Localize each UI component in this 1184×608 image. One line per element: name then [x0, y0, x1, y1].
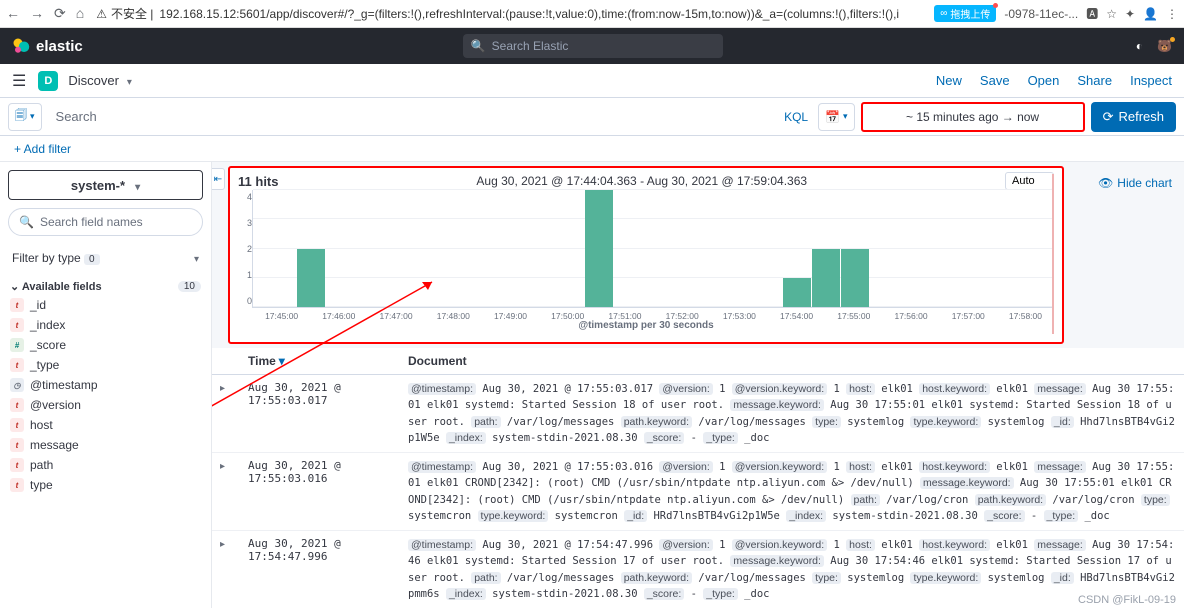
newsfeed-icon[interactable]: 🐻 [1157, 39, 1172, 53]
table-row: ▸Aug 30, 2021 @ 17:55:03.017@timestamp: … [212, 375, 1184, 453]
chart-x-label: @timestamp per 30 seconds [238, 320, 1054, 331]
field-item[interactable]: ttype [8, 475, 203, 495]
discover-content: ⇤ 11 hits Aug 30, 2021 @ 17:44:04.363 - … [212, 162, 1184, 608]
home-icon[interactable]: ⌂ [76, 5, 84, 22]
field-token-icon: t [10, 298, 24, 312]
field-token-icon: ◷ [10, 378, 24, 392]
space-badge[interactable]: D [38, 71, 58, 91]
global-search[interactable]: 🔍 Search Elastic [463, 34, 723, 58]
browser-chrome: ← → ⟳ ⌂ ⚠ 不安全 | 192.168.15.12:5601/app/d… [0, 0, 1184, 28]
row-time: Aug 30, 2021 @ 17:55:03.016 [248, 459, 408, 485]
row-document: @timestamp: Aug 30, 2021 @ 17:55:03.017 … [408, 381, 1176, 446]
add-filter-button[interactable]: + Add filter [14, 142, 71, 156]
field-token-icon: t [10, 478, 24, 492]
refresh-icon: ⟳ [1103, 109, 1114, 125]
table-row: ▸Aug 30, 2021 @ 17:54:47.996@timestamp: … [212, 531, 1184, 608]
field-item[interactable]: t@version [8, 395, 203, 415]
hide-chart-button[interactable]: 👁Hide chart [1098, 176, 1172, 190]
eye-icon: 👁 [1098, 176, 1113, 190]
upload-extension[interactable]: ∞ 拖拽上传 [934, 5, 996, 22]
elastic-logo[interactable]: elastic [12, 37, 83, 55]
url-text[interactable]: 192.168.15.12:5601/app/discover#/?_g=(fi… [159, 7, 899, 21]
field-token-icon: t [10, 358, 24, 372]
watermark: CSDN @FikL-09-19 [1078, 594, 1176, 606]
field-item[interactable]: #_score [8, 335, 203, 355]
chart-time-range: Aug 30, 2021 @ 17:44:04.363 - Aug 30, 20… [279, 174, 1006, 188]
row-document: @timestamp: Aug 30, 2021 @ 17:55:03.016 … [408, 459, 1176, 524]
nav-link-open[interactable]: Open [1028, 73, 1060, 88]
histogram-bar[interactable] [841, 249, 869, 308]
row-time: Aug 30, 2021 @ 17:55:03.017 [248, 381, 408, 407]
field-token-icon: t [10, 318, 24, 332]
expand-row-button[interactable]: ▸ [220, 381, 248, 394]
back-icon[interactable]: ← [6, 5, 20, 22]
field-token-icon: t [10, 438, 24, 452]
available-fields-header[interactable]: ⌄ Available fields 10 [8, 278, 203, 295]
expand-row-button[interactable]: ▸ [220, 537, 248, 550]
nav-link-new[interactable]: New [936, 73, 962, 88]
nav-link-inspect[interactable]: Inspect [1130, 73, 1172, 88]
histogram-bar[interactable] [812, 249, 840, 308]
refresh-button[interactable]: ⟳Refresh [1091, 102, 1176, 132]
breadcrumb[interactable]: Discover [68, 73, 132, 88]
search-icon: 🔍 [471, 39, 486, 53]
extension-icon[interactable]: ✦ [1125, 7, 1135, 21]
insecure-icon: ⚠ 不安全 | [96, 5, 153, 22]
profile-icon[interactable]: 👤 [1143, 7, 1158, 21]
search-icon: 🔍 [19, 215, 34, 229]
field-item[interactable]: tpath [8, 455, 203, 475]
date-range-display[interactable]: ~ 15 minutes ago → now [861, 102, 1085, 132]
nav-link-share[interactable]: Share [1077, 73, 1112, 88]
field-search-input[interactable]: 🔍Search field names [8, 208, 203, 236]
field-item[interactable]: ◷@timestamp [8, 375, 203, 395]
expand-row-button[interactable]: ▸ [220, 459, 248, 472]
field-token-icon: t [10, 418, 24, 432]
menu-icon[interactable]: ⋮ [1166, 7, 1178, 21]
forward-icon[interactable]: → [30, 5, 44, 22]
field-token-icon: t [10, 458, 24, 472]
star-icon[interactable]: ☆ [1106, 7, 1117, 21]
histogram-bar[interactable] [297, 249, 325, 308]
field-item[interactable]: t_index [8, 315, 203, 335]
field-token-icon: # [10, 338, 24, 352]
column-document[interactable]: Document [408, 354, 1176, 368]
field-item[interactable]: t_type [8, 355, 203, 375]
row-document: @timestamp: Aug 30, 2021 @ 17:54:47.996 … [408, 537, 1176, 602]
brush-cursor [1052, 174, 1054, 334]
nav-link-save[interactable]: Save [980, 73, 1010, 88]
histogram-bar[interactable] [783, 278, 811, 307]
help-icon[interactable]: ◐ [1136, 39, 1143, 53]
row-time: Aug 30, 2021 @ 17:54:47.996 [248, 537, 408, 563]
filter-by-type[interactable]: Filter by type 0 [8, 244, 203, 272]
document-table: Time ▾ Document ▸Aug 30, 2021 @ 17:55:03… [212, 348, 1184, 608]
reload-icon[interactable]: ⟳ [54, 5, 66, 22]
nav-toggle-icon[interactable]: ☰ [12, 71, 26, 91]
tab-tail: -0978-11ec-... [1004, 7, 1078, 21]
index-pattern-select[interactable]: system-* [8, 170, 203, 200]
histogram-panel: 11 hits Aug 30, 2021 @ 17:44:04.363 - Au… [228, 166, 1064, 344]
sidebar-collapse-button[interactable]: ⇤ [212, 168, 225, 190]
column-time[interactable]: Time ▾ [248, 354, 408, 368]
translate-icon[interactable]: 🅰 [1086, 5, 1098, 22]
global-header: elastic 🔍 Search Elastic ◐ 🐻 [0, 28, 1184, 64]
histogram-bar[interactable] [585, 190, 613, 307]
table-row: ▸Aug 30, 2021 @ 17:55:03.016@timestamp: … [212, 453, 1184, 531]
filter-bar: + Add filter [0, 136, 1184, 162]
query-bar: 🗐 ▾ Search KQL 📅 ▾ ~ 15 minutes ago → no… [0, 98, 1184, 136]
field-item[interactable]: t_id [8, 295, 203, 315]
interval-select[interactable]: Auto [1005, 172, 1054, 190]
field-item[interactable]: tmessage [8, 435, 203, 455]
field-token-icon: t [10, 398, 24, 412]
query-lang-toggle[interactable]: KQL [784, 110, 808, 124]
field-item[interactable]: thost [8, 415, 203, 435]
app-nav: ☰ D Discover New Save Open Share Inspect [0, 64, 1184, 98]
query-input[interactable]: Search [48, 103, 779, 131]
fields-sidebar: system-* 🔍Search field names Filter by t… [0, 162, 212, 608]
date-quick-button[interactable]: 📅 ▾ [818, 103, 854, 131]
query-options-button[interactable]: 🗐 ▾ [8, 103, 42, 131]
